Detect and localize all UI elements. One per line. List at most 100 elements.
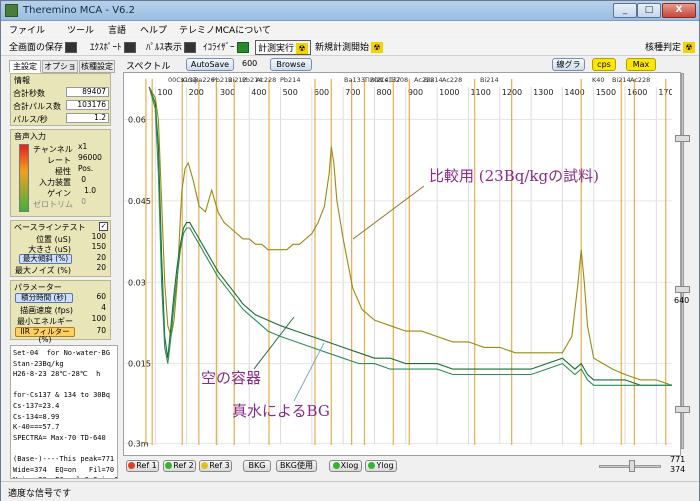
cps-button[interactable]: cps — [592, 58, 616, 71]
left-panel: 情報 合計秒数 89407 合計パルス数 103176 パルス/秒 1.2 音声… — [10, 73, 111, 344]
baseline-test-title: ベースラインテスト — [14, 223, 86, 232]
zero-trim-label: ゼロトリム — [33, 200, 73, 209]
ref1-dot-icon — [128, 462, 136, 469]
measure-run-button[interactable]: 計測実行 ☢ — [255, 40, 312, 55]
spectrum-chart[interactable]: 1002003004005006007008009001000110012001… — [123, 72, 681, 456]
baseline-test-group: ベースラインテスト ✓ 位置 (uS) 100 大きさ (uS) 150 最大傾… — [10, 220, 111, 277]
max-button[interactable]: Max — [626, 58, 656, 71]
max-slope-button[interactable]: 最大傾斜 (%) — [19, 254, 72, 264]
baseline-test-checkbox[interactable]: ✓ — [99, 222, 108, 231]
browse-button[interactable]: Browse — [270, 58, 312, 71]
x-tick-label: 400 — [251, 88, 266, 97]
xlog-label: Xlog — [340, 461, 359, 470]
iir-filter-button[interactable]: IIR フィルター (%) — [15, 327, 75, 344]
min-energy-value[interactable]: 100 — [78, 315, 108, 325]
status-text: 適度な信号です — [8, 489, 72, 499]
save-screen-button[interactable]: 全画面の保存 — [9, 40, 78, 53]
slider-thumb-mid[interactable] — [675, 286, 690, 293]
equalizer-icon — [236, 42, 249, 53]
notes-textarea[interactable]: Set-04 for No-water-BG Stan-23Bq/kg H26-… — [10, 345, 118, 479]
audio-input-group: 音声入力 チャンネル x1 レート 96000 極性 Pos. 入力装置 0 ゲ… — [10, 129, 111, 217]
input-device-value[interactable]: 0 — [76, 176, 88, 186]
menu-help[interactable]: ヘルプ — [140, 23, 167, 36]
slider-thumb-bottom[interactable] — [675, 406, 690, 413]
export-button[interactable]: ｴｸｽﾎﾟｰﾄ — [90, 40, 136, 53]
pulses-per-second-label: パルス/秒 — [13, 115, 48, 124]
x-tick-label: 1100 — [470, 88, 490, 97]
radiation-icon: ☢ — [296, 43, 309, 54]
ref2-button[interactable]: Ref 2 — [163, 460, 196, 472]
app-icon — [5, 4, 18, 17]
radiation-icon: ☢ — [683, 42, 696, 53]
xlog-button[interactable]: Xlog — [329, 460, 362, 472]
bkg-button[interactable]: BKG — [243, 460, 271, 472]
slider-value-label: 640 — [674, 296, 690, 305]
ylog-button[interactable]: Ylog — [365, 460, 397, 472]
ref3-dot-icon — [201, 462, 209, 469]
isotope-label: Tl208 — [389, 76, 408, 84]
ref3-label: Ref 3 — [209, 461, 230, 470]
gain-value[interactable]: 1.0 — [76, 187, 98, 197]
integration-time-value[interactable]: 60 — [78, 293, 108, 303]
size-value[interactable]: 150 — [76, 243, 108, 253]
rate-value[interactable]: 96000 — [76, 154, 108, 164]
autosave-button[interactable]: AutoSave — [186, 58, 234, 71]
new-measure-button[interactable]: 新規計測開始 ☢ — [315, 40, 384, 53]
x-tick-label: 800 — [377, 88, 392, 97]
pulse-display-button[interactable]: ﾊﾟﾙｽ表示 — [146, 40, 197, 53]
pulses-per-second-value: 1.2 — [66, 113, 109, 123]
isotope-label: Ac228 — [256, 76, 276, 84]
zero-trim-value[interactable]: 0 — [76, 198, 88, 208]
minimize-button[interactable]: _ — [613, 3, 637, 18]
tab-main-settings[interactable]: 主設定 — [9, 60, 41, 73]
max-noise-value[interactable]: 20 — [76, 264, 108, 274]
measure-run-label: 計測実行 — [258, 44, 295, 54]
isotope-label: Ac228 — [442, 76, 462, 84]
annotation-leader-comparison — [352, 185, 425, 240]
integration-time-button[interactable]: 積分時間 (秒) — [15, 293, 73, 303]
autosave-interval-value[interactable]: 600 — [242, 59, 257, 68]
maximize-button[interactable]: □ — [637, 3, 661, 18]
iir-filter-value[interactable]: 70 — [78, 327, 108, 337]
ref3-button[interactable]: Ref 3 — [199, 460, 232, 472]
slider-thumb-top[interactable] — [675, 135, 690, 142]
tab-nuclide-settings[interactable]: 核種設定 — [79, 60, 115, 73]
horizontal-slider-thumb[interactable] — [629, 460, 635, 472]
channel-value[interactable]: x1 — [76, 143, 108, 153]
draw-speed-value[interactable]: 4 — [78, 304, 108, 314]
tab-options[interactable]: オプション — [42, 60, 78, 82]
x-tick-label: 200 — [189, 88, 204, 97]
equalizer-label: ｲｺﾗｲｻﾞｰ — [203, 43, 235, 53]
new-measure-label: 新規計測開始 — [315, 43, 370, 53]
slider-track[interactable] — [681, 73, 684, 449]
x-tick-label: 500 — [283, 88, 298, 97]
x-tick-label: 1500 — [596, 88, 616, 97]
menu-file[interactable]: ファイル — [9, 23, 45, 36]
close-button[interactable]: X — [662, 3, 696, 18]
menu-tools[interactable]: ツール — [67, 23, 94, 36]
toolbar: 全画面の保存 ｴｸｽﾎﾟｰﾄ ﾊﾟﾙｽ表示 ｲｺﾗｲｻﾞｰ 計測実行 ☢ 新規計測… — [1, 38, 699, 56]
isotope-label: Bi214 — [612, 76, 631, 84]
min-energy-label: 最小エネルギー — [17, 317, 73, 326]
bkg-use-button[interactable]: BKG使用 — [276, 460, 317, 472]
nuclide-id-label: 核種判定 — [645, 43, 682, 53]
pulse-display-label: ﾊﾟﾙｽ表示 — [146, 43, 183, 53]
menu-about[interactable]: テレミノMCAについて — [179, 23, 271, 36]
linear-graph-button[interactable]: 線グラフ — [552, 58, 585, 80]
polarity-label: 極性 — [55, 167, 71, 176]
menu-language[interactable]: 言語 — [108, 23, 126, 36]
equalizer-button[interactable]: ｲｺﾗｲｻﾞｰ — [203, 40, 249, 53]
ref2-dot-icon — [165, 462, 173, 469]
camera-icon — [65, 42, 78, 53]
polarity-value[interactable]: Pos. — [76, 165, 108, 175]
nuclide-id-button[interactable]: 核種判定 ☢ — [645, 40, 696, 53]
input-device-label: 入力装置 — [39, 178, 71, 187]
parameters-title: パラメーター — [14, 283, 62, 292]
ref1-label: Ref 1 — [136, 461, 157, 470]
total-seconds-label: 合計秒数 — [13, 89, 45, 98]
isotope-label: Ac228 — [630, 76, 650, 84]
x-tick-label: 1600 — [627, 88, 647, 97]
ref1-button[interactable]: Ref 1 — [126, 460, 159, 472]
x-tick-label: 600 — [314, 88, 329, 97]
xlog-dot-icon — [332, 462, 340, 469]
